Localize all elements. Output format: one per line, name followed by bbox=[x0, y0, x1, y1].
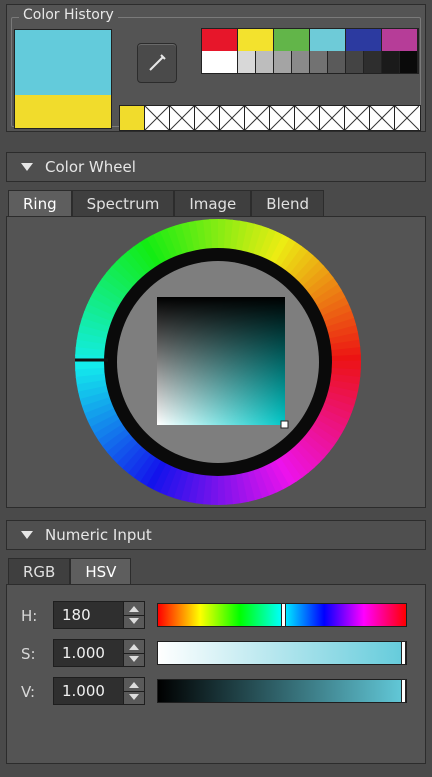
palette-row-grays bbox=[201, 51, 419, 74]
stepper-divider bbox=[124, 653, 144, 654]
numeric-input-tabs: RGB HSV bbox=[8, 558, 132, 584]
empty-slot-icon[interactable] bbox=[145, 106, 170, 130]
value-stepper[interactable] bbox=[123, 677, 145, 705]
empty-slot-icon[interactable] bbox=[395, 106, 420, 130]
hue-slider-handle[interactable] bbox=[281, 603, 286, 627]
value-field[interactable]: 1.000 bbox=[53, 677, 125, 705]
palette-swatch[interactable] bbox=[274, 29, 310, 51]
palette-swatch[interactable] bbox=[238, 51, 256, 73]
tab-blend[interactable]: Blend bbox=[251, 190, 325, 216]
palette-swatch[interactable] bbox=[400, 51, 418, 73]
empty-slot-icon[interactable] bbox=[195, 106, 220, 130]
tab-rgb[interactable]: RGB bbox=[8, 558, 71, 584]
empty-slot-icon[interactable] bbox=[220, 106, 245, 130]
palette-swatch[interactable] bbox=[346, 29, 382, 51]
empty-slot-icon[interactable] bbox=[245, 106, 270, 130]
palette-swatch[interactable] bbox=[256, 51, 274, 73]
recent-colors-row bbox=[119, 105, 421, 131]
previous-color-swatch[interactable] bbox=[15, 94, 111, 128]
palette-swatch[interactable] bbox=[274, 51, 292, 73]
empty-slot-icon[interactable] bbox=[295, 106, 320, 130]
palette-swatch[interactable] bbox=[292, 51, 310, 73]
stepper-up-icon[interactable] bbox=[129, 606, 139, 612]
tab-image[interactable]: Image bbox=[174, 190, 252, 216]
palette-swatch[interactable] bbox=[202, 29, 238, 51]
hue-slider[interactable] bbox=[157, 603, 407, 627]
palette-swatch[interactable] bbox=[310, 29, 346, 51]
saturation-row: S: 1.000 bbox=[7, 639, 425, 669]
palette-swatch[interactable] bbox=[382, 51, 400, 73]
stepper-down-icon[interactable] bbox=[129, 618, 139, 624]
palette-swatch[interactable] bbox=[238, 29, 274, 51]
value-slider[interactable] bbox=[157, 679, 407, 703]
hue-stepper[interactable] bbox=[123, 601, 145, 629]
numeric-input-title: Numeric Input bbox=[45, 526, 152, 544]
color-history-panel: Color History bbox=[6, 4, 426, 132]
current-previous-swatch[interactable] bbox=[14, 29, 112, 129]
current-color-swatch[interactable] bbox=[15, 30, 111, 95]
stepper-down-icon[interactable] bbox=[129, 694, 139, 700]
hue-field[interactable]: 180 bbox=[53, 601, 125, 629]
sat-value-square[interactable] bbox=[157, 297, 285, 425]
color-wheel-tabs: Ring Spectrum Image Blend bbox=[8, 190, 325, 216]
saturation-stepper[interactable] bbox=[123, 639, 145, 667]
numeric-input-area: H: 180 S: 1.000 V: 1.000 bbox=[6, 584, 426, 764]
tab-spectrum[interactable]: Spectrum bbox=[71, 190, 175, 216]
empty-slot-icon[interactable] bbox=[345, 106, 370, 130]
palette-swatch[interactable] bbox=[382, 29, 418, 51]
color-wheel-area bbox=[6, 216, 426, 508]
eyedropper-button[interactable] bbox=[137, 43, 177, 83]
empty-slot-icon[interactable] bbox=[320, 106, 345, 130]
stepper-divider bbox=[124, 691, 144, 692]
value-label: V: bbox=[21, 683, 36, 701]
hue-label: H: bbox=[21, 607, 38, 625]
empty-slot-icon[interactable] bbox=[270, 106, 295, 130]
hue-row: H: 180 bbox=[7, 601, 425, 631]
value-slider-handle[interactable] bbox=[401, 679, 406, 703]
palette-swatch[interactable] bbox=[364, 51, 382, 73]
empty-slot-icon[interactable] bbox=[170, 106, 195, 130]
color-wheel-title: Color Wheel bbox=[45, 158, 136, 176]
collapse-triangle-icon bbox=[21, 531, 33, 539]
tab-ring[interactable]: Ring bbox=[8, 190, 72, 216]
palette-swatch[interactable] bbox=[202, 51, 238, 73]
numeric-input-header[interactable]: Numeric Input bbox=[6, 520, 426, 550]
stepper-divider bbox=[124, 615, 144, 616]
palette-row-colors bbox=[201, 28, 419, 52]
stepper-down-icon[interactable] bbox=[129, 656, 139, 662]
palette-swatch[interactable] bbox=[346, 51, 364, 73]
hue-ring[interactable] bbox=[73, 217, 363, 507]
saturation-slider[interactable] bbox=[157, 641, 407, 665]
empty-slot-icon[interactable] bbox=[370, 106, 395, 130]
collapse-triangle-icon bbox=[21, 163, 33, 171]
stepper-up-icon[interactable] bbox=[129, 644, 139, 650]
sv-marker[interactable] bbox=[280, 420, 289, 429]
saturation-label: S: bbox=[21, 645, 36, 663]
color-wheel-header[interactable]: Color Wheel bbox=[6, 152, 426, 182]
color-history-label: Color History bbox=[19, 7, 118, 23]
palette-swatch[interactable] bbox=[328, 51, 346, 73]
recent-color-swatch[interactable] bbox=[120, 106, 145, 130]
tab-hsv[interactable]: HSV bbox=[70, 558, 132, 584]
saturation-field[interactable]: 1.000 bbox=[53, 639, 125, 667]
stepper-up-icon[interactable] bbox=[129, 682, 139, 688]
palette-swatch[interactable] bbox=[310, 51, 328, 73]
saturation-slider-handle[interactable] bbox=[401, 641, 406, 665]
value-row: V: 1.000 bbox=[7, 677, 425, 707]
eyedropper-icon bbox=[149, 54, 166, 71]
